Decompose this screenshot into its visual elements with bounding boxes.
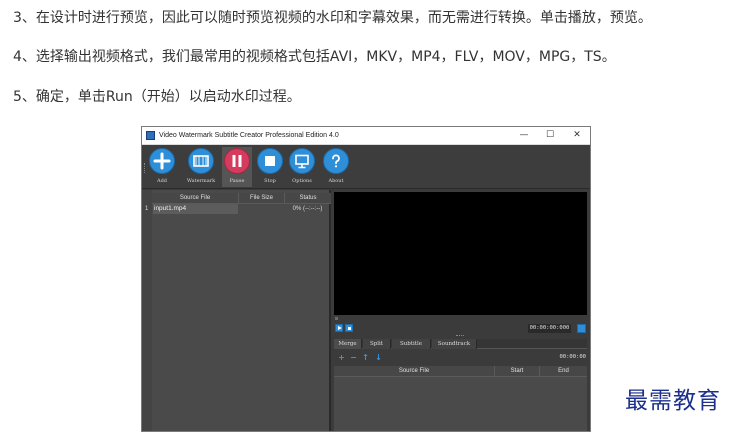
tab-soundtrack[interactable]: Soundtrack bbox=[432, 339, 477, 349]
stop-icon bbox=[257, 148, 283, 174]
close-button[interactable]: ✕ bbox=[570, 129, 584, 142]
tab-subtitle[interactable]: Subtitle bbox=[392, 339, 431, 349]
splitter-handle[interactable] bbox=[335, 317, 338, 320]
merge-table: Source File Start End bbox=[334, 366, 587, 431]
move-down-icon[interactable]: ↓ bbox=[374, 353, 383, 362]
instruction-step-3: 3、在设计时进行预览，因此可以随时预览视频的水印和字幕效果，而无需进行转换。单击… bbox=[13, 10, 652, 26]
app-icon bbox=[146, 131, 155, 140]
tab-merge[interactable]: Merge bbox=[334, 339, 362, 349]
edit-tabs: Merge Split Subtitle Soundtrack bbox=[334, 339, 587, 349]
app-window-screenshot: Video Watermark Subtitle Creator Profess… bbox=[141, 126, 591, 432]
play-icon[interactable] bbox=[335, 324, 343, 332]
toolbar: Add ▾ Watermark Pause Stop bbox=[142, 145, 590, 204]
table-row[interactable]: 1 input1.mp4 0% (--:--:--) bbox=[142, 204, 331, 214]
row-gutter bbox=[142, 190, 152, 431]
player-controls: 00:00:00:000 bbox=[334, 323, 587, 334]
plus-icon bbox=[149, 148, 175, 174]
pause-icon bbox=[224, 148, 250, 174]
maximize-button[interactable]: ☐ bbox=[543, 129, 557, 142]
merge-time: 00:00:00 bbox=[559, 354, 587, 360]
instruction-step-5: 5、确定，单击Run（开始）以启动水印过程。 bbox=[13, 89, 301, 105]
watermark-button[interactable]: Watermark bbox=[186, 147, 216, 187]
add-clip-icon[interactable]: + bbox=[337, 353, 346, 362]
column-header-file-size[interactable]: File Size bbox=[238, 193, 284, 204]
add-button[interactable]: Add bbox=[147, 147, 177, 187]
row-index: 1 bbox=[145, 206, 149, 212]
column-header-start[interactable]: Start bbox=[494, 366, 539, 377]
move-up-icon[interactable]: ↑ bbox=[361, 353, 370, 362]
add-label: Add bbox=[156, 178, 167, 184]
file-list-header: Source File File Size Status bbox=[152, 193, 331, 204]
tab-split[interactable]: Split bbox=[363, 339, 391, 349]
column-header-source-file[interactable]: Source File bbox=[152, 193, 238, 204]
about-button[interactable]: About bbox=[321, 147, 351, 187]
merge-toolbar: + − ↑ ↓ 00:00:00 bbox=[334, 351, 587, 364]
site-logo: 最需教育 bbox=[625, 388, 721, 414]
stop-small-icon[interactable] bbox=[345, 324, 353, 332]
remove-clip-icon[interactable]: − bbox=[349, 353, 358, 362]
minimize-button[interactable]: — bbox=[517, 129, 531, 142]
row-status: 0% (--:--:--) bbox=[292, 206, 323, 212]
panel-resize-grip[interactable] bbox=[456, 335, 464, 337]
film-icon bbox=[188, 148, 214, 174]
row-source-file[interactable]: input1.mp4 bbox=[153, 204, 238, 214]
instruction-step-4: 4、选择输出视频格式，我们最常用的视频格式包括AVI，MKV，MP4，FLV，M… bbox=[13, 49, 616, 65]
column-header-end[interactable]: End bbox=[539, 366, 587, 377]
window-title: Video Watermark Subtitle Creator Profess… bbox=[159, 132, 339, 139]
column-header-merge-source-file[interactable]: Source File bbox=[334, 366, 494, 377]
title-bar: Video Watermark Subtitle Creator Profess… bbox=[142, 127, 590, 145]
pause-button[interactable]: Pause bbox=[222, 147, 252, 187]
question-icon bbox=[323, 148, 349, 174]
column-header-status[interactable]: Status bbox=[284, 193, 331, 204]
player-time: 00:00:00:000 bbox=[528, 324, 571, 333]
toolbar-grip bbox=[144, 163, 146, 173]
merge-table-header: Source File Start End bbox=[334, 366, 587, 377]
monitor-icon bbox=[289, 148, 315, 174]
file-list-panel: Source File File Size Status 1 input1.mp… bbox=[142, 190, 331, 431]
fullscreen-icon[interactable] bbox=[577, 324, 586, 333]
options-button[interactable]: Options bbox=[287, 147, 317, 187]
video-preview[interactable] bbox=[334, 192, 587, 315]
about-label: About bbox=[328, 178, 344, 184]
